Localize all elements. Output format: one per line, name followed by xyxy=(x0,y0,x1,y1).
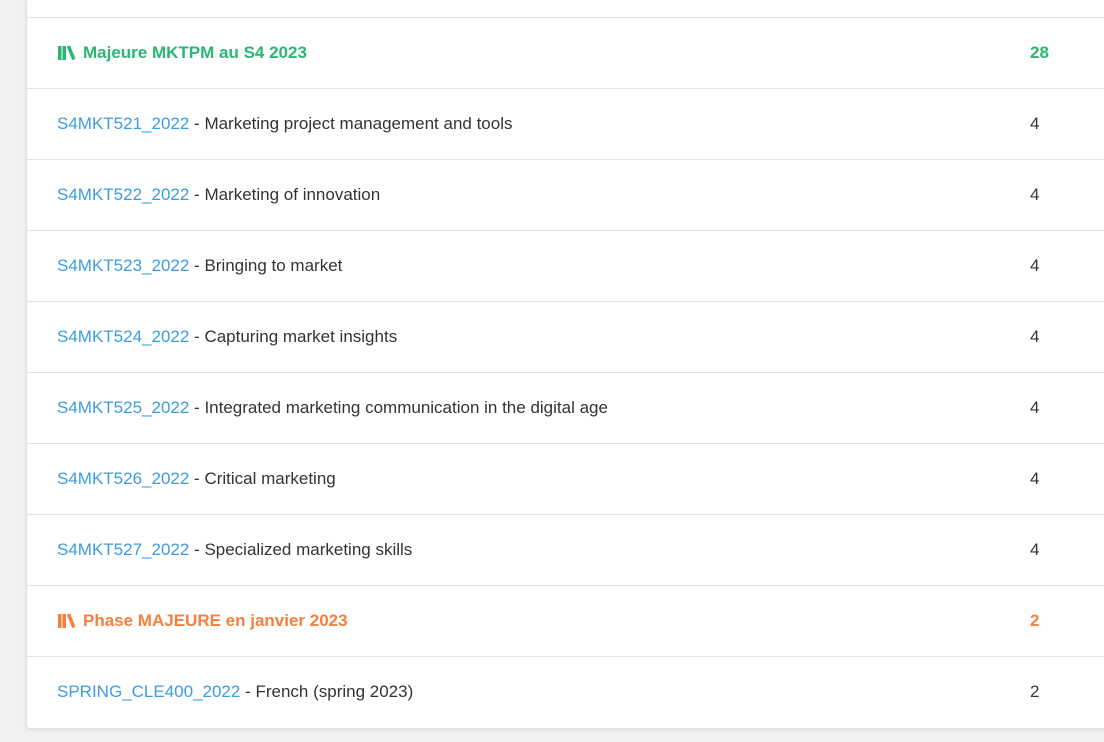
course-separator: - xyxy=(189,540,205,559)
course-name: Specialized marketing skills xyxy=(204,540,413,559)
group-credits: 28 xyxy=(1030,43,1049,62)
course-name: French (spring 2023) xyxy=(255,682,414,701)
course-row: S4MKT522_2022 - Marketing of innovation … xyxy=(27,160,1104,231)
course-code-link[interactable]: S4MKT523_2022 xyxy=(57,256,189,276)
course-name: Critical marketing xyxy=(204,469,336,488)
course-separator: - xyxy=(189,469,205,488)
course-credits: 4 xyxy=(1030,256,1040,275)
course-row: S4MKT526_2022 - Critical marketing 4 xyxy=(27,444,1104,515)
course-code-link[interactable]: S4MKT521_2022 xyxy=(57,114,189,134)
curriculum-card: Majeure MKTPM au S4 2023 28 S4MKT521_202… xyxy=(26,0,1104,729)
course-separator: - xyxy=(189,327,205,346)
group-credits: 2 xyxy=(1030,611,1040,630)
card-top-strip xyxy=(27,0,1104,18)
course-credits: 4 xyxy=(1030,185,1040,204)
group-title-text: Majeure MKTPM au S4 2023 xyxy=(83,43,307,62)
course-name: Bringing to market xyxy=(204,256,343,275)
course-credits: 4 xyxy=(1030,327,1040,346)
course-separator: - xyxy=(240,682,256,701)
course-name: Marketing of innovation xyxy=(204,185,381,204)
course-name: Capturing market insights xyxy=(204,327,398,346)
group-row-majeure: Majeure MKTPM au S4 2023 28 xyxy=(27,18,1104,89)
course-row: S4MKT524_2022 - Capturing market insight… xyxy=(27,302,1104,373)
group-title: Phase MAJEURE en janvier 2023 xyxy=(57,586,348,656)
course-name: Marketing project management and tools xyxy=(204,114,513,133)
course-credits: 4 xyxy=(1030,398,1040,417)
course-credits: 4 xyxy=(1030,540,1040,559)
books-icon xyxy=(57,45,77,61)
course-credits: 4 xyxy=(1030,114,1040,133)
course-credits: 4 xyxy=(1030,469,1040,488)
course-code-link[interactable]: S4MKT522_2022 xyxy=(57,185,189,205)
course-separator: - xyxy=(189,398,205,417)
course-separator: - xyxy=(189,185,205,204)
course-credits: 2 xyxy=(1030,682,1040,701)
course-code-link[interactable]: S4MKT524_2022 xyxy=(57,327,189,347)
group-row-phase-majeure: Phase MAJEURE en janvier 2023 2 xyxy=(27,586,1104,657)
books-icon xyxy=(57,613,77,629)
group-title-text: Phase MAJEURE en janvier 2023 xyxy=(83,611,348,630)
group-title: Majeure MKTPM au S4 2023 xyxy=(57,18,307,88)
course-code-link[interactable]: S4MKT527_2022 xyxy=(57,540,189,560)
course-row: S4MKT525_2022 - Integrated marketing com… xyxy=(27,373,1104,444)
course-row: S4MKT521_2022 - Marketing project manage… xyxy=(27,89,1104,160)
course-separator: - xyxy=(189,256,205,275)
course-row: S4MKT523_2022 - Bringing to market 4 xyxy=(27,231,1104,302)
course-row: S4MKT527_2022 - Specialized marketing sk… xyxy=(27,515,1104,586)
course-code-link[interactable]: S4MKT526_2022 xyxy=(57,469,189,489)
course-row: SPRING_CLE400_2022 - French (spring 2023… xyxy=(27,657,1104,727)
course-name: Integrated marketing communication in th… xyxy=(204,398,608,417)
course-separator: - xyxy=(189,114,205,133)
course-code-link[interactable]: S4MKT525_2022 xyxy=(57,398,189,418)
course-code-link[interactable]: SPRING_CLE400_2022 xyxy=(57,682,240,702)
